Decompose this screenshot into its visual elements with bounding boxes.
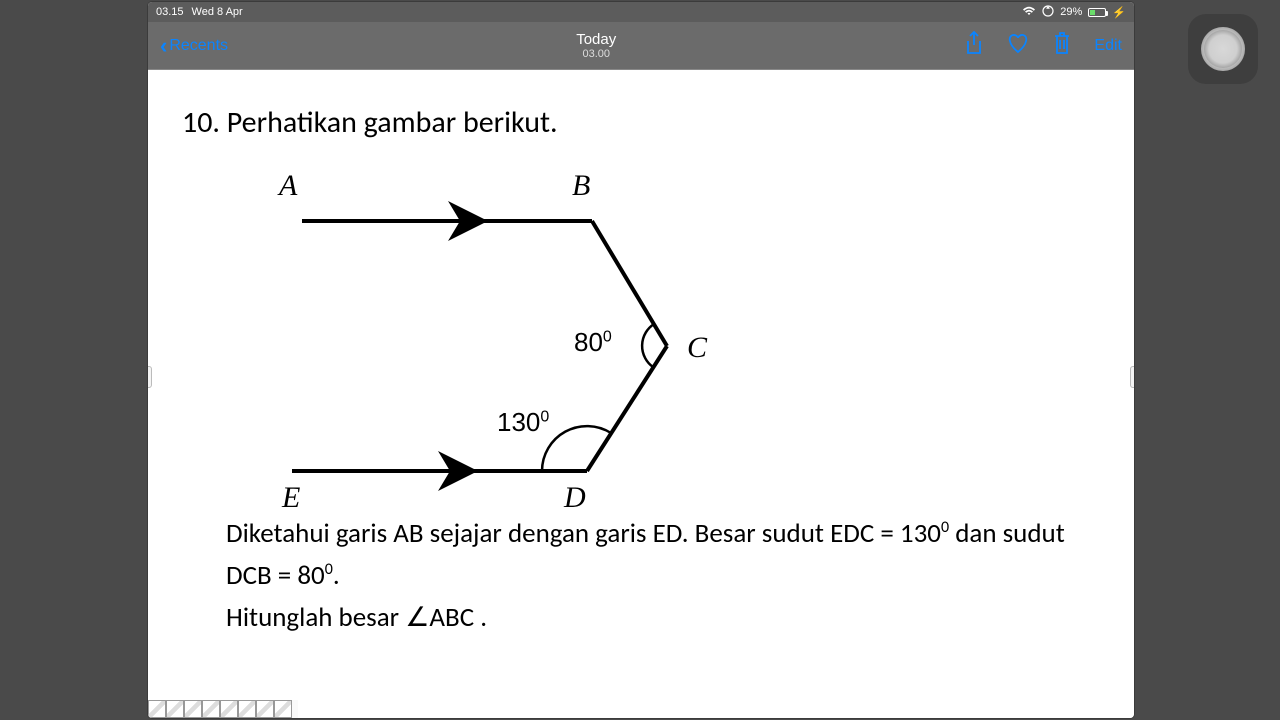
text-line-1a: Diketahui garis AB sejajar dengan garis … bbox=[226, 517, 941, 550]
document-content: 10. Perhatikan gambar berikut. bbox=[148, 76, 1134, 718]
trash-icon[interactable] bbox=[1052, 31, 1072, 61]
text-line-2: Hitunglah besar ∠ABC . bbox=[226, 601, 487, 634]
battery-icon bbox=[1088, 8, 1106, 17]
orientation-lock-icon bbox=[1042, 5, 1054, 20]
thumbnail-strip[interactable] bbox=[148, 700, 298, 718]
thumbnail[interactable] bbox=[220, 700, 238, 718]
page-handle-left[interactable] bbox=[148, 366, 152, 388]
geometry-diagram: A B C D E 800 1300 bbox=[242, 141, 802, 521]
status-time: 03.15 bbox=[156, 6, 184, 18]
nav-bar: ‹ Recents Today 03.00 Edit bbox=[148, 22, 1134, 70]
status-bar: 03.15 Wed 8 Apr 29% ⚡ bbox=[148, 2, 1134, 22]
thumbnail[interactable] bbox=[274, 700, 292, 718]
thumbnail[interactable] bbox=[166, 700, 184, 718]
question-number: 10. bbox=[182, 104, 220, 141]
assistive-touch-icon bbox=[1201, 27, 1245, 71]
nav-title-block: Today 03.00 bbox=[228, 31, 964, 60]
nav-title: Today bbox=[228, 31, 964, 48]
chevron-left-icon: ‹ bbox=[160, 33, 167, 59]
label-A: A bbox=[279, 169, 297, 203]
nav-subtitle: 03.00 bbox=[228, 48, 964, 60]
back-button[interactable]: ‹ Recents bbox=[160, 33, 228, 59]
label-E: E bbox=[282, 481, 300, 515]
wifi-icon bbox=[1022, 6, 1036, 19]
problem-text: Diketahui garis AB sejajar dengan garis … bbox=[226, 513, 1080, 639]
label-B: B bbox=[572, 169, 590, 203]
thumbnail[interactable] bbox=[184, 700, 202, 718]
question-heading: 10. Perhatikan gambar berikut. bbox=[182, 104, 1100, 141]
share-icon[interactable] bbox=[964, 31, 984, 61]
question-prompt: Perhatikan gambar berikut. bbox=[227, 104, 558, 141]
angle-dcb: 800 bbox=[574, 327, 612, 358]
edit-button[interactable]: Edit bbox=[1094, 37, 1122, 55]
assistive-touch-button[interactable] bbox=[1188, 14, 1258, 84]
back-label: Recents bbox=[169, 37, 228, 55]
thumbnail[interactable] bbox=[238, 700, 256, 718]
label-C: C bbox=[687, 331, 707, 365]
label-D: D bbox=[564, 481, 586, 515]
text-line-1c: . bbox=[333, 559, 340, 592]
thumbnail[interactable] bbox=[202, 700, 220, 718]
battery-percent: 29% bbox=[1060, 6, 1082, 18]
thumbnail[interactable] bbox=[256, 700, 274, 718]
angle-edc: 1300 bbox=[497, 407, 549, 438]
status-date: Wed 8 Apr bbox=[192, 6, 243, 18]
page-handle-right[interactable] bbox=[1130, 366, 1134, 388]
app-frame: 03.15 Wed 8 Apr 29% ⚡ ‹ Recents Today 03… bbox=[148, 2, 1134, 718]
charging-icon: ⚡ bbox=[1112, 6, 1126, 19]
heart-icon[interactable] bbox=[1006, 32, 1030, 60]
thumbnail[interactable] bbox=[148, 700, 166, 718]
